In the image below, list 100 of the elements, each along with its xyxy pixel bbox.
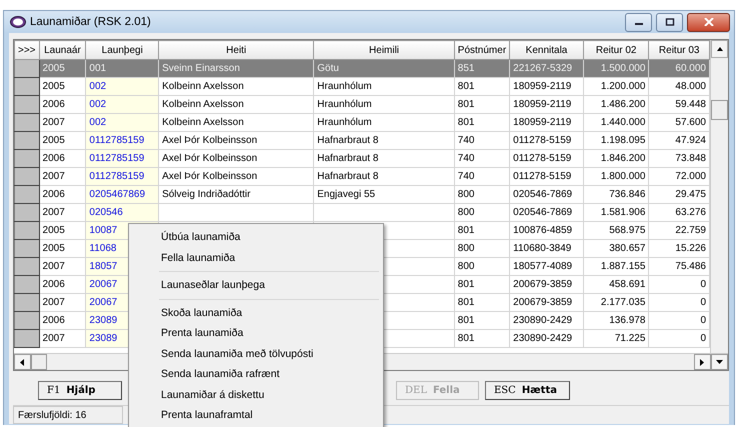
action-button[interactable]: ESC Hætta	[485, 381, 570, 400]
table-cell: 2005	[42, 135, 65, 146]
row-selector[interactable]	[14, 60, 40, 78]
maximize-icon	[664, 18, 674, 26]
table-cell: 800	[458, 261, 474, 272]
row-selector[interactable]	[14, 150, 40, 168]
scroll-up-button[interactable]	[711, 40, 728, 58]
row-selector[interactable]	[14, 222, 40, 240]
table-cell: 221267-5329	[513, 63, 572, 74]
table-cell: 57.600	[675, 117, 706, 128]
close-icon	[704, 18, 714, 26]
column-header[interactable]: Launþegi	[86, 40, 159, 60]
menu-item[interactable]: Prenta launaframtal	[131, 405, 381, 426]
table-cell: 48.000	[675, 81, 706, 92]
table-cell: 0112785159	[89, 171, 144, 182]
table-cell: 0205467869	[89, 189, 146, 200]
menu-item[interactable]: Senda launamiða með tölvupósti	[131, 344, 381, 364]
table-row[interactable]: 2006 0205467869 Sólveig Indriðadóttir Engjavegi 55 800 020546-7869 736.846 29.475	[14, 186, 710, 204]
table-cell: 801	[458, 333, 474, 344]
table-cell: 801	[458, 315, 474, 326]
table-cell: 736.846	[609, 189, 646, 200]
row-selector[interactable]	[14, 240, 40, 258]
row-selector[interactable]	[14, 204, 40, 222]
row-selector[interactable]	[14, 168, 40, 186]
minimize-button[interactable]	[625, 12, 652, 32]
column-header[interactable]: Heimili	[314, 40, 454, 60]
column-header[interactable]: Kennitala	[510, 40, 584, 60]
table-cell: 29.475	[675, 189, 706, 200]
scrollbar-thumb[interactable]	[711, 100, 728, 120]
table-cell: Kolbeinn Axelsson	[162, 99, 244, 110]
column-header[interactable]: Heiti	[158, 40, 314, 60]
scrollbar-thumb[interactable]	[31, 354, 47, 370]
table-cell: Axel Þór Kolbeinsson	[162, 171, 258, 182]
table-cell: Hraunhólum	[317, 99, 372, 110]
row-selector[interactable]	[14, 114, 40, 132]
column-header[interactable]: Reitur 03	[648, 40, 710, 60]
menu-item[interactable]: Prenta launamiða	[131, 323, 381, 344]
row-selector[interactable]	[14, 330, 40, 348]
table-cell: 23089	[89, 315, 118, 326]
scroll-down-button[interactable]	[711, 354, 728, 370]
column-header[interactable]: Launaár	[39, 40, 86, 60]
table-row[interactable]: 2007 002 Kolbeinn Axelsson Hraunhólum 801 180959-2119 1.440.000 57.600	[14, 114, 710, 132]
table-cell: 2005	[42, 63, 65, 74]
column-header[interactable]: Póstnúmer	[454, 40, 510, 60]
right-arrow-icon	[700, 358, 705, 366]
table-cell: 180959-2119	[513, 81, 572, 92]
table-cell: Hraunhólum	[317, 81, 372, 92]
scroll-right-button[interactable]	[694, 354, 711, 370]
table-cell: 2007	[42, 297, 65, 308]
row-selector[interactable]	[14, 78, 40, 96]
menu-item[interactable]: Launaseðlar launþega	[131, 275, 381, 296]
close-button[interactable]	[687, 12, 730, 32]
status-text: Færslufjöldi: 16	[13, 406, 123, 424]
table-cell: 20067	[89, 279, 118, 290]
table-row[interactable]: 2006 0112785159 Axel Þór Kolbeinsson Hafnarbraut 8 740 011278-5159 1.846.200 73.848	[14, 150, 710, 168]
table-cell: 0	[700, 315, 706, 326]
table-cell: 2007	[42, 171, 65, 182]
table-cell: 020546-7869	[513, 189, 572, 200]
action-button[interactable]: F1 Hjálp	[38, 381, 122, 400]
table-cell: 2005	[42, 243, 65, 254]
table-cell: Sveinn Einarsson	[162, 63, 240, 74]
table-cell: 23089	[89, 333, 118, 344]
table-cell: 011278-5159	[513, 135, 572, 146]
table-cell: 002	[89, 81, 106, 92]
table-cell: 60.000	[675, 63, 706, 74]
row-selector[interactable]	[14, 96, 40, 114]
menu-item[interactable]: Senda launamiða rafrænt	[131, 364, 381, 384]
select-all-header[interactable]: >>>	[14, 40, 40, 60]
table-row[interactable]: 2005 002 Kolbeinn Axelsson Hraunhólum 801 180959-2119 1.200.000 48.000	[14, 78, 710, 96]
row-selector[interactable]	[14, 132, 40, 150]
row-selector[interactable]	[14, 294, 40, 312]
maximize-button[interactable]	[656, 12, 683, 32]
table-cell: 801	[458, 81, 474, 92]
row-selector[interactable]	[14, 186, 40, 204]
table-cell: 71.225	[614, 333, 646, 344]
table-row[interactable]: 2006 002 Kolbeinn Axelsson Hraunhólum 801 180959-2119 1.486.200 59.448	[14, 96, 710, 114]
table-cell: 2007	[42, 261, 65, 272]
scroll-left-button[interactable]	[14, 354, 31, 370]
table-cell: 801	[458, 117, 474, 128]
table-cell: 75.486	[675, 261, 706, 272]
table-cell: 100876-4859	[513, 225, 572, 236]
table-cell: 200679-3859	[513, 279, 572, 290]
table-cell: Sólveig Indriðadóttir	[162, 189, 250, 200]
table-cell: 10087	[89, 225, 118, 236]
menu-item[interactable]: Launamiðar á diskettu	[131, 384, 381, 405]
table-cell: 73.848	[675, 153, 706, 164]
row-selector[interactable]	[14, 258, 40, 276]
table-row[interactable]: 2007 0112785159 Axel Þór Kolbeinsson Hafnarbraut 8 740 011278-5159 1.800.000 72.000	[14, 168, 710, 186]
row-selector[interactable]	[14, 276, 40, 294]
table-cell: 380.657	[609, 243, 646, 254]
table-row[interactable]: 2005 0112785159 Axel Þór Kolbeinsson Hafnarbraut 8 740 011278-5159 1.198.095 47.924	[14, 132, 710, 150]
table-cell: 002	[89, 117, 106, 128]
table-cell: 458.691	[609, 279, 646, 290]
menu-item[interactable]: Útbúa launamiða	[131, 227, 381, 248]
column-header[interactable]: Reitur 02	[583, 40, 649, 60]
table-cell: 180959-2119	[513, 99, 572, 110]
row-selector[interactable]	[14, 312, 40, 330]
table-cell: 568.975	[609, 225, 646, 236]
table-row[interactable]: 2007 020546 800 020546-7869 1.581.906 63.276	[14, 204, 710, 222]
table-cell: 801	[458, 99, 474, 110]
